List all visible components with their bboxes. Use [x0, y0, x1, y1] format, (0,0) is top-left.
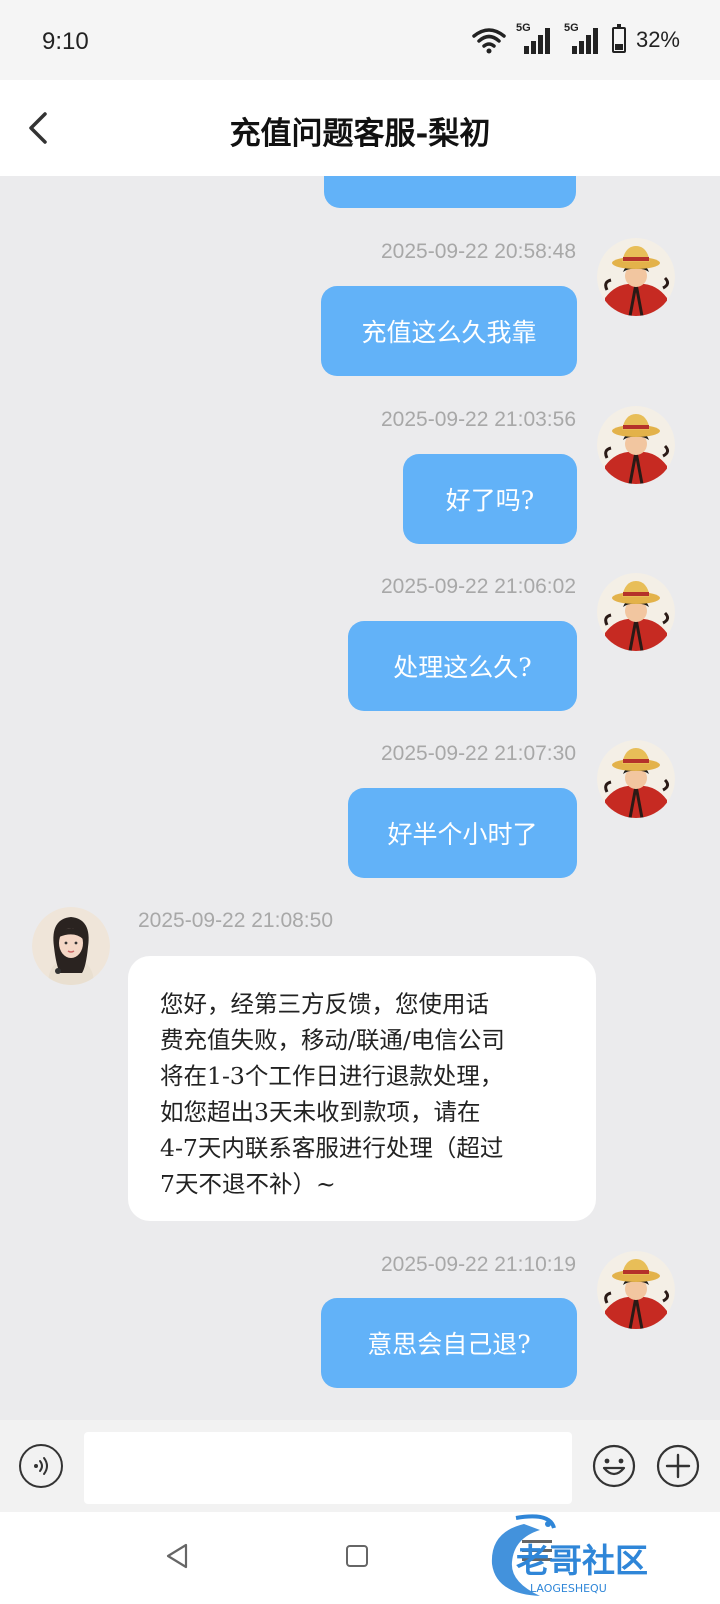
network-type-2: 5G [563, 22, 579, 34]
message-timestamp: 2025-09-22 20:58:48 [381, 240, 576, 263]
message-bubble[interactable]: 好半个小时了 [348, 788, 577, 878]
voice-icon [34, 1457, 48, 1475]
message-bubble[interactable]: 处理这么久? [348, 621, 577, 711]
battery-percent: 32% [635, 27, 680, 52]
plus-icon[interactable] [656, 1444, 700, 1488]
user-avatar[interactable] [597, 1251, 675, 1329]
message-line: 如您超出3天未收到款项，请在 [160, 1098, 481, 1126]
message-bubble-agent[interactable]: 您好，经第三方反馈，您使用话 费充值失败，移动/联通/电信公司 将在1-3个工作… [128, 956, 596, 1221]
message-timestamp: 2025-09-22 21:06:02 [381, 575, 576, 598]
user-avatar[interactable] [597, 238, 675, 316]
message-line: 4-7天内联系客服进行处理（超过 [160, 1134, 504, 1162]
watermark-logo: 老哥社区 LAOGESHEQU [491, 1514, 648, 1596]
system-nav-bar: 老哥社区 LAOGESHEQU [0, 1512, 720, 1604]
wifi-icon [472, 28, 506, 54]
message-line: 费充值失败，移动/联通/电信公司 [160, 1026, 505, 1054]
network-type-1: 5G [515, 22, 531, 34]
avatar-image [597, 1251, 675, 1329]
message-timestamp: 2025-09-22 21:08:50 [138, 909, 333, 932]
message-timestamp: 2025-09-22 21:10:19 [381, 1253, 576, 1276]
user-avatar[interactable] [597, 406, 675, 484]
avatar-image [597, 573, 675, 651]
message-bubble[interactable]: 意思会自己退? [321, 1298, 577, 1388]
emoji-icon[interactable] [592, 1444, 636, 1488]
voice-button[interactable] [19, 1444, 63, 1488]
message-bubble[interactable]: 充值这么久我靠 [321, 286, 577, 376]
message-line: 您好，经第三方反馈，您使用话 [160, 990, 489, 1018]
avatar-image [597, 238, 675, 316]
battery-fill [614, 43, 623, 50]
message-line: 将在1-3个工作日进行退款处理， [160, 1062, 504, 1090]
message-timestamp: 2025-09-22 21:07:30 [381, 742, 576, 765]
message-line: 7天不退不补）~ [160, 1170, 336, 1198]
message-bubble-partial[interactable] [324, 176, 576, 208]
agent-avatar[interactable] [32, 907, 110, 985]
watermark-text: 老哥社区 [516, 1541, 648, 1580]
watermark-subtext: LAOGESHEQU [530, 1582, 607, 1595]
battery-icon [611, 24, 626, 53]
status-indicators: 5G 5G 32% [472, 22, 680, 54]
signal-icon: 5G [516, 22, 554, 54]
status-bar: 9:10 5G 5G 32% [0, 0, 720, 80]
chat-area[interactable]: 2025-09-22 20:58:48 充值这么久我靠 2025-09-22 2… [0, 176, 720, 1420]
chat-header: 充值问题客服-梨初 [0, 80, 720, 176]
nav-back-icon[interactable] [164, 1542, 190, 1570]
avatar-image [597, 740, 675, 818]
signal-icon: 5G [564, 22, 602, 54]
avatar-image [32, 907, 110, 985]
avatar-image [597, 406, 675, 484]
user-avatar[interactable] [597, 740, 675, 818]
nav-home-icon[interactable] [346, 1545, 368, 1567]
message-timestamp: 2025-09-22 21:03:56 [381, 408, 576, 431]
message-bubble[interactable]: 好了吗? [403, 454, 577, 544]
input-bar [0, 1420, 720, 1512]
page-title: 充值问题客服-梨初 [229, 116, 491, 152]
message-input[interactable] [84, 1432, 572, 1504]
user-avatar[interactable] [597, 573, 675, 651]
status-time: 9:10 [42, 28, 89, 55]
